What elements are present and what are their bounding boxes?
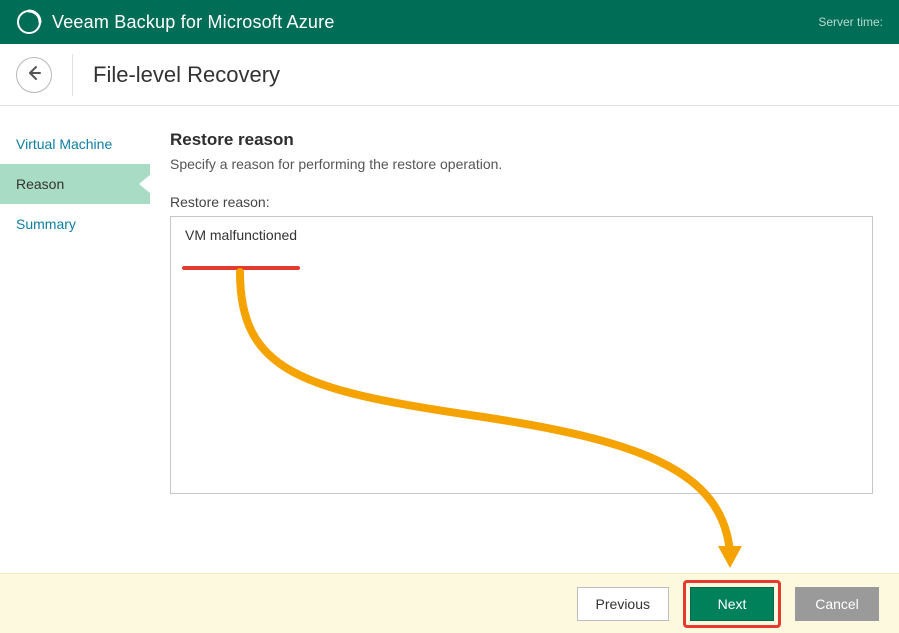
- sidebar-item-summary[interactable]: Summary: [0, 204, 150, 244]
- back-button[interactable]: [16, 57, 52, 93]
- sidebar-item-label: Summary: [16, 216, 76, 232]
- wizard-footer: Previous Next Cancel: [0, 573, 899, 633]
- previous-button[interactable]: Previous: [577, 587, 669, 621]
- section-title: Restore reason: [170, 130, 873, 150]
- brand-title: Veeam Backup for Microsoft Azure: [52, 12, 335, 33]
- page-header: File-level Recovery: [0, 44, 899, 106]
- body: Virtual Machine Reason Summary Restore r…: [0, 106, 899, 573]
- server-time: Server time:: [818, 15, 883, 29]
- restore-reason-input[interactable]: [170, 216, 873, 494]
- field-label: Restore reason:: [170, 194, 873, 210]
- sidebar-item-label: Reason: [16, 176, 64, 192]
- brand: Veeam Backup for Microsoft Azure: [16, 9, 335, 35]
- next-highlight-annotation: Next: [683, 580, 781, 628]
- sidebar-item-reason[interactable]: Reason: [0, 164, 150, 204]
- server-time-label: Server time:: [818, 15, 883, 29]
- next-button[interactable]: Next: [690, 587, 774, 621]
- main-panel: Restore reason Specify a reason for perf…: [150, 106, 899, 573]
- section-desc: Specify a reason for performing the rest…: [170, 156, 873, 172]
- sidebar-item-virtual-machine[interactable]: Virtual Machine: [0, 124, 150, 164]
- cancel-button[interactable]: Cancel: [795, 587, 879, 621]
- sidebar-item-label: Virtual Machine: [16, 136, 112, 152]
- divider: [72, 54, 73, 96]
- page-title: File-level Recovery: [93, 62, 280, 88]
- top-bar: Veeam Backup for Microsoft Azure Server …: [0, 0, 899, 44]
- veeam-logo-icon: [16, 9, 42, 35]
- arrow-left-icon: [25, 64, 43, 85]
- wizard-sidebar: Virtual Machine Reason Summary: [0, 106, 150, 573]
